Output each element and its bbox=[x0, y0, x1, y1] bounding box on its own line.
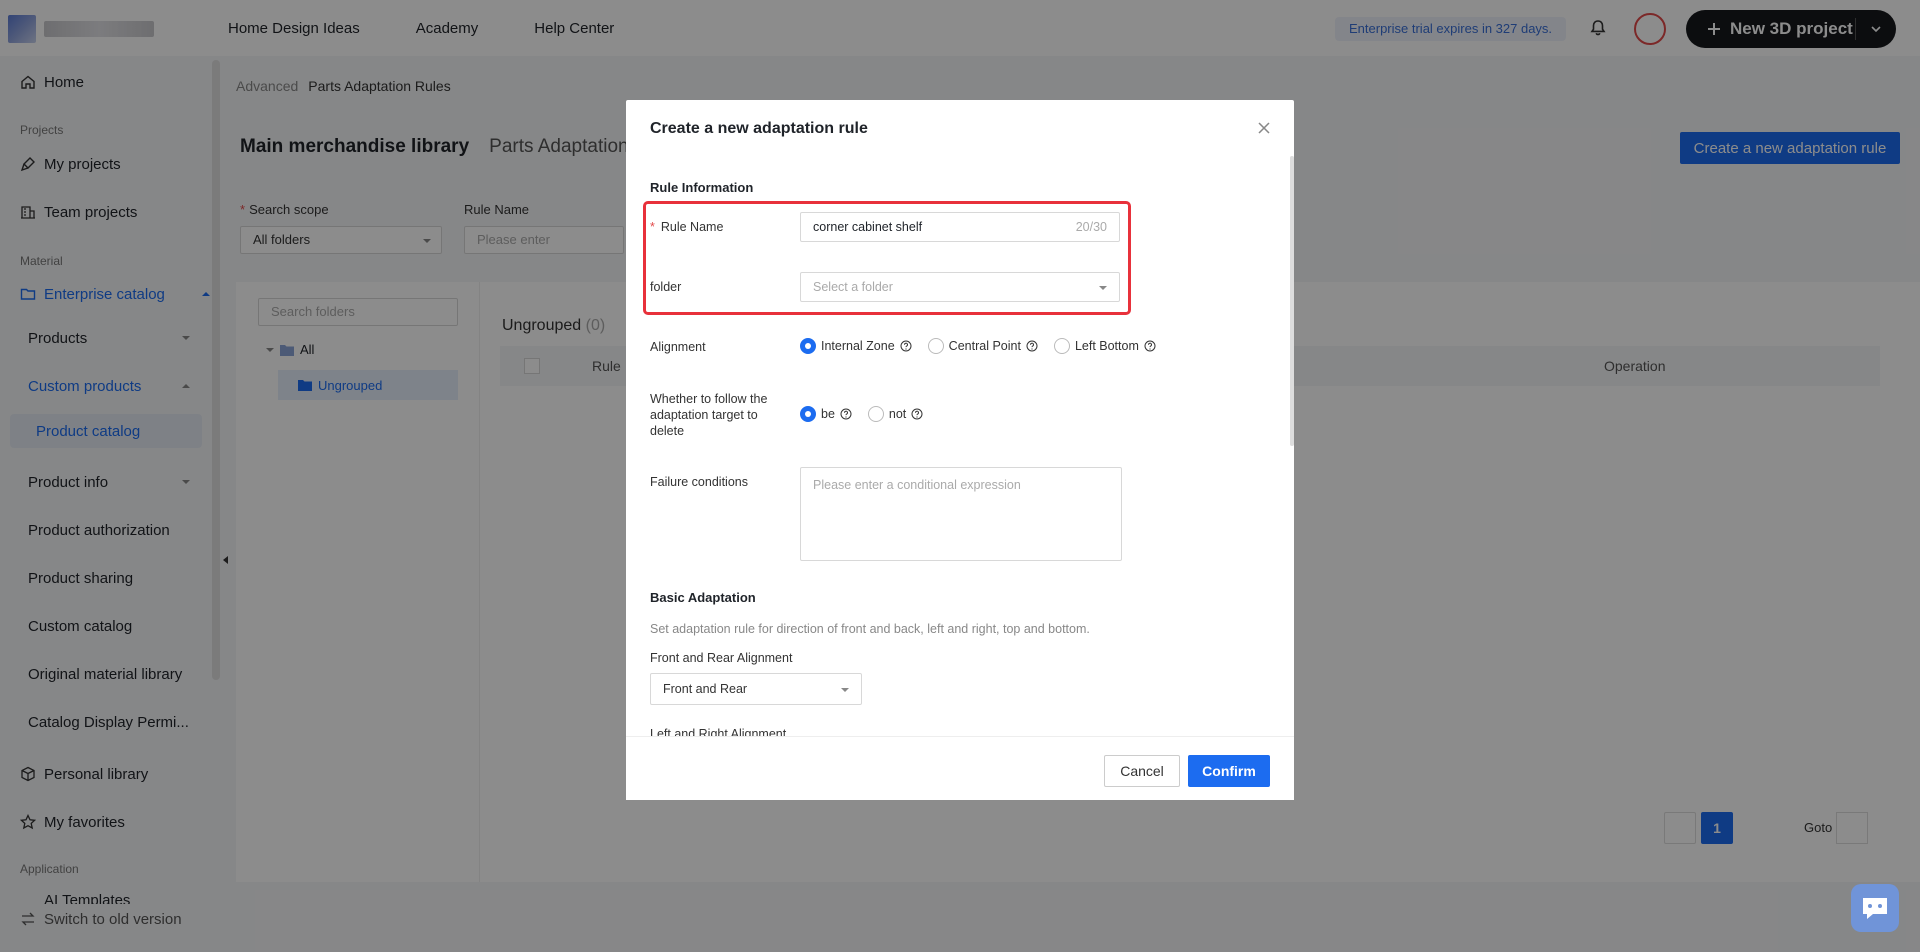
radio-central-point[interactable]: Central Point bbox=[927, 338, 1038, 354]
section-basic-adaptation: Basic Adaptation bbox=[650, 590, 756, 605]
help-icon[interactable] bbox=[911, 408, 923, 420]
help-icon[interactable] bbox=[840, 408, 852, 420]
follow-delete-label: Whether to follow the adaptation target … bbox=[650, 392, 768, 438]
create-rule-dialog: Create a new adaptation rule Rule Inform… bbox=[626, 100, 1294, 800]
cancel-button[interactable]: Cancel bbox=[1104, 755, 1180, 787]
failure-conditions-textarea[interactable]: Please enter a conditional expression bbox=[800, 467, 1122, 561]
dialog-title: Create a new adaptation rule bbox=[650, 120, 868, 137]
folder-label: folder bbox=[650, 280, 682, 294]
radio-button[interactable] bbox=[800, 338, 816, 354]
radio-button[interactable] bbox=[927, 338, 944, 354]
close-icon[interactable] bbox=[1256, 120, 1272, 136]
radio-button[interactable] bbox=[800, 406, 816, 422]
alignment-radio-group: Internal Zone Central Point Left Bottom bbox=[800, 338, 1156, 354]
front-rear-alignment-label: Front and Rear Alignment bbox=[650, 651, 793, 665]
select-placeholder: Select a folder bbox=[813, 280, 893, 294]
dialog-scrollbar[interactable] bbox=[1290, 156, 1294, 446]
chat-widget[interactable] bbox=[1851, 884, 1899, 932]
rule-name-input[interactable]: corner cabinet shelf 20/30 bbox=[800, 212, 1120, 242]
input-value: corner cabinet shelf bbox=[813, 220, 923, 234]
follow-delete-radio-group: be not bbox=[800, 406, 923, 422]
radio-button[interactable] bbox=[1053, 338, 1070, 354]
alignment-label: Alignment bbox=[650, 340, 706, 354]
select-value: Front and Rear bbox=[663, 682, 748, 696]
failure-conditions-label: Failure conditions bbox=[650, 475, 748, 489]
help-icon[interactable] bbox=[1144, 340, 1156, 352]
section-rule-information: Rule Information bbox=[650, 180, 754, 195]
chevron-down-icon bbox=[841, 688, 849, 692]
dialog-body: Rule Information * Rule Name corner cabin… bbox=[626, 156, 1294, 736]
front-rear-alignment-select[interactable]: Front and Rear bbox=[650, 673, 862, 705]
radio-be[interactable]: be bbox=[800, 406, 852, 422]
radio-left-bottom[interactable]: Left Bottom bbox=[1053, 338, 1156, 354]
radio-not[interactable]: not bbox=[867, 406, 923, 422]
help-icon[interactable] bbox=[1026, 340, 1038, 352]
folder-select[interactable]: Select a folder bbox=[800, 272, 1120, 302]
confirm-button[interactable]: Confirm bbox=[1188, 755, 1270, 787]
chat-bot-icon bbox=[1863, 898, 1887, 919]
radio-button[interactable] bbox=[867, 406, 884, 422]
char-count: 20/30 bbox=[1075, 220, 1107, 234]
left-right-alignment-label: Left and Right Alignment bbox=[650, 727, 787, 736]
rule-name-label: * Rule Name bbox=[650, 220, 724, 234]
radio-internal-zone[interactable]: Internal Zone bbox=[800, 338, 912, 354]
dialog-footer: Cancel Confirm bbox=[626, 736, 1294, 800]
chevron-down-icon bbox=[1099, 286, 1107, 290]
help-icon[interactable] bbox=[900, 340, 912, 352]
basic-adaptation-hint: Set adaptation rule for direction of fro… bbox=[650, 622, 1090, 636]
